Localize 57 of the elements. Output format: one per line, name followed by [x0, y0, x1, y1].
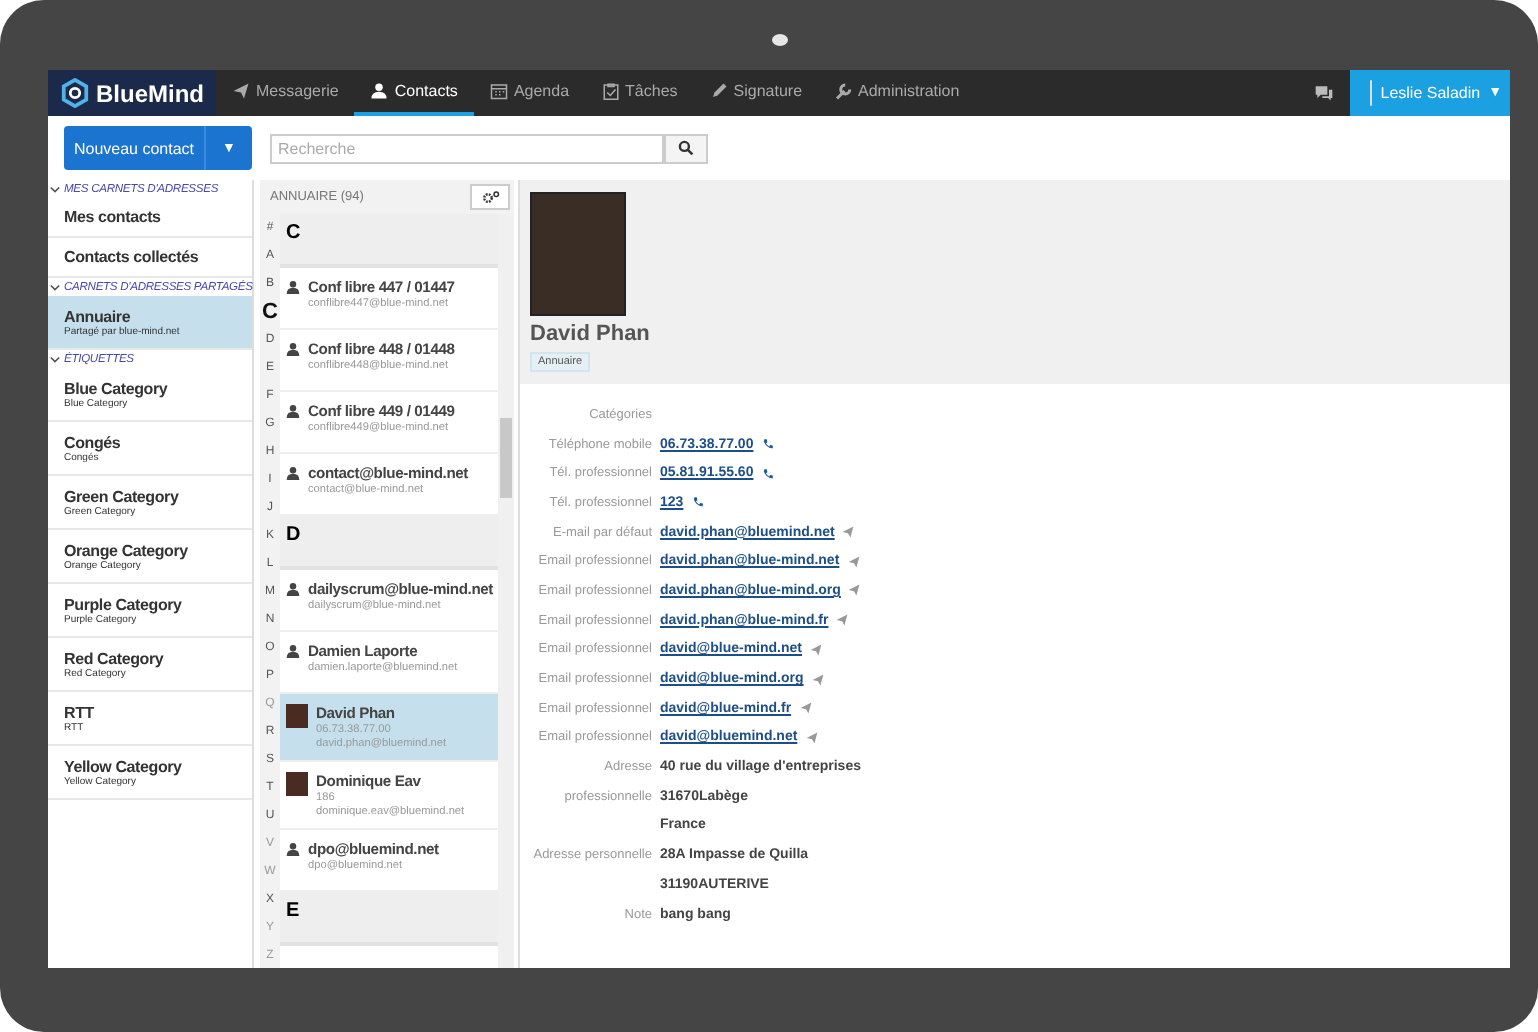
item-label: Contacts collectés — [64, 248, 201, 266]
nav-tab[interactable]: Agenda — [473, 70, 586, 116]
chevron-down-icon[interactable] — [50, 355, 60, 363]
photo-placeholder — [530, 192, 626, 316]
paper-plane-icon[interactable] — [799, 702, 812, 715]
item-label: Congés — [64, 433, 123, 451]
pen-icon — [709, 82, 728, 100]
phone-icon[interactable] — [691, 496, 704, 509]
hexagon-logo-icon — [60, 78, 90, 108]
paper-plane-icon[interactable] — [805, 731, 818, 744]
item-label: Purple Category — [64, 595, 184, 613]
paper-plane-icon[interactable] — [836, 614, 849, 627]
letter-header: D — [280, 516, 498, 570]
chat-bubbles-icon[interactable] — [1314, 84, 1334, 102]
phone-icon[interactable] — [761, 438, 774, 451]
item-label: Mes contacts — [64, 208, 163, 226]
letter-header: C — [280, 214, 498, 268]
paper-plane-icon — [232, 82, 250, 100]
phone-icon[interactable] — [761, 467, 774, 480]
clipboard-icon — [601, 82, 620, 100]
chevron-down-icon[interactable] — [50, 185, 60, 193]
contact-name: David Phan — [530, 322, 650, 346]
nav-tab[interactable]: Tâches — [585, 70, 694, 116]
item-label: Blue Category — [64, 379, 170, 397]
wrench-icon — [834, 82, 853, 100]
settings-button[interactable] — [470, 184, 510, 210]
calendar-icon — [489, 82, 508, 100]
item-label: Red Category — [64, 649, 166, 667]
nav-tab[interactable]: Contacts — [354, 70, 474, 116]
item-label: RTT — [64, 703, 96, 721]
chevron-down-icon[interactable] — [50, 283, 60, 291]
sidebar-item[interactable]: Contacts collectés — [48, 238, 252, 278]
brand-name: BlueMind — [96, 79, 204, 107]
index-letter[interactable]: C — [260, 298, 280, 326]
nav-tab[interactable]: Signature — [693, 70, 819, 116]
new-contact-button[interactable]: Nouveau contact — [64, 126, 204, 170]
paper-plane-icon[interactable] — [810, 643, 822, 656]
paper-plane-icon[interactable] — [847, 555, 860, 568]
brand-logo[interactable]: BlueMind — [48, 70, 216, 116]
search-button[interactable] — [664, 133, 708, 163]
camera-dot — [772, 34, 788, 46]
paper-plane-icon[interactable] — [811, 673, 824, 686]
sidebar-item[interactable]: Mes contacts — [48, 198, 252, 238]
paper-plane-icon[interactable] — [842, 526, 855, 539]
paper-plane-icon[interactable] — [848, 584, 861, 597]
search-icon — [678, 140, 694, 156]
person-icon — [370, 82, 389, 100]
user-name: Leslie Saladin — [1380, 84, 1481, 102]
item-label: Orange Category — [64, 541, 190, 559]
item-label: Yellow Category — [64, 757, 184, 775]
item-label: Green Category — [64, 487, 181, 505]
letter-header: E — [280, 892, 498, 946]
nav-tab[interactable]: Administration — [818, 70, 976, 116]
search-field[interactable]: Recherche — [270, 133, 664, 163]
gears-icon — [481, 189, 499, 205]
nav-tab[interactable]: Messagerie — [216, 70, 355, 116]
item-label: Annuaire — [64, 307, 133, 325]
